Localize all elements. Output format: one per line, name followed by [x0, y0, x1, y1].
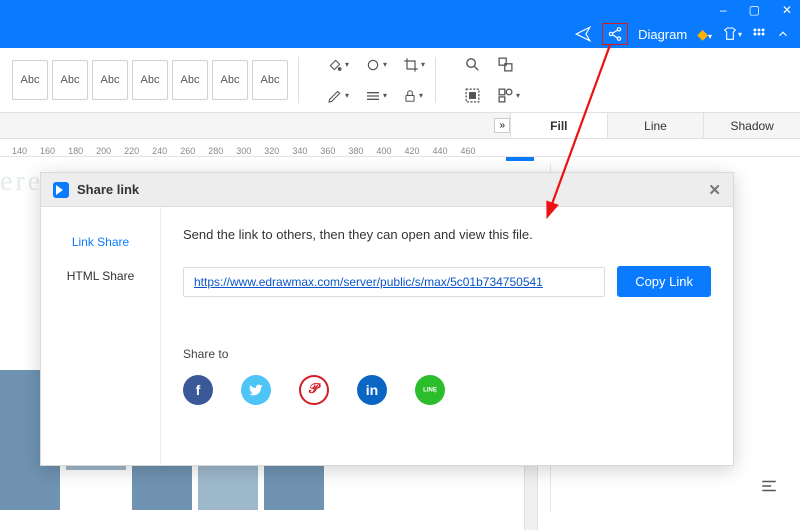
- ruler-tick: 160: [40, 146, 55, 156]
- shape-style-item[interactable]: Abc: [52, 60, 88, 100]
- align-settings-icon[interactable]: [760, 477, 778, 500]
- ruler-tick: 220: [124, 146, 139, 156]
- window-titlebar: – ▢ ✕: [0, 0, 800, 20]
- window-restore-button[interactable]: ▢: [749, 3, 760, 17]
- replace-icon[interactable]: [497, 56, 514, 73]
- shape-style-item[interactable]: Abc: [172, 60, 208, 100]
- shape-style-item[interactable]: Abc: [92, 60, 128, 100]
- toolbar-divider: [435, 57, 436, 103]
- ruler-tick: 460: [461, 146, 476, 156]
- background-text: ere: [0, 166, 43, 198]
- diagram-label[interactable]: Diagram: [638, 27, 687, 42]
- social-share-row: f 𝒫 in LINE: [183, 375, 711, 405]
- components-icon[interactable]: ▾: [497, 87, 520, 104]
- search-icon[interactable]: [464, 56, 481, 73]
- ruler-tick: 400: [376, 146, 391, 156]
- top-menubar: Diagram ◆▾ ▾: [0, 20, 800, 48]
- sidebar-item-html-share[interactable]: HTML Share: [41, 259, 160, 293]
- shape-style-item[interactable]: Abc: [132, 60, 168, 100]
- send-icon[interactable]: [574, 25, 592, 43]
- dialog-sidebar: Link Share HTML Share: [41, 207, 161, 465]
- shape-style-item[interactable]: Abc: [212, 60, 248, 100]
- ruler-tick: 440: [432, 146, 447, 156]
- line-icon[interactable]: LINE: [415, 375, 445, 405]
- sidebar-item-link-share[interactable]: Link Share: [41, 225, 160, 259]
- share-icon[interactable]: [607, 26, 623, 42]
- ruler-tick: 320: [264, 146, 279, 156]
- dialog-close-button[interactable]: ✕: [708, 181, 721, 199]
- tab-shadow[interactable]: Shadow: [703, 113, 800, 138]
- ruler-tick: 360: [320, 146, 335, 156]
- outline-icon[interactable]: ▾: [365, 57, 387, 73]
- shape-style-gallery: Abc Abc Abc Abc Abc Abc Abc: [0, 60, 288, 100]
- select-all-icon[interactable]: [464, 87, 481, 104]
- diamond-icon[interactable]: ◆▾: [697, 26, 712, 43]
- ruler-tick: 140: [12, 146, 27, 156]
- ruler-tick: 240: [152, 146, 167, 156]
- facebook-icon[interactable]: f: [183, 375, 213, 405]
- dialog-header[interactable]: Share link ✕: [41, 173, 733, 207]
- share-to-label: Share to: [183, 347, 711, 361]
- window-minimize-button[interactable]: –: [720, 3, 727, 17]
- properties-tab-row: » Fill Line Shadow: [0, 113, 800, 139]
- ruler-tick: 200: [96, 146, 111, 156]
- shape-style-item[interactable]: Abc: [12, 60, 48, 100]
- lock-icon[interactable]: ▾: [403, 88, 423, 104]
- horizontal-ruler: 140 160 180 200 220 240 260 280 300 320 …: [0, 139, 800, 157]
- panel-expand-button[interactable]: »: [494, 118, 510, 133]
- ruler-tick: 340: [292, 146, 307, 156]
- pen-icon[interactable]: ▾: [327, 88, 349, 104]
- ruler-tick: 180: [68, 146, 83, 156]
- apps-grid-icon[interactable]: [752, 27, 766, 41]
- share-url-input[interactable]: https://www.edrawmax.com/server/public/s…: [183, 267, 605, 297]
- line-style-icon[interactable]: ▾: [365, 88, 387, 104]
- dialog-main: Send the link to others, then they can o…: [161, 207, 733, 465]
- toolbar-divider: [298, 57, 299, 103]
- dialog-message: Send the link to others, then they can o…: [183, 227, 711, 242]
- shape-style-item[interactable]: Abc: [252, 60, 288, 100]
- ruler-tick: 380: [348, 146, 363, 156]
- copy-link-button[interactable]: Copy Link: [617, 266, 711, 297]
- ribbon-toolbar: Abc Abc Abc Abc Abc Abc Abc ▾ ▾ ▾ ▾ ▾ ▾ …: [0, 48, 800, 113]
- tshirt-icon[interactable]: ▾: [722, 26, 742, 42]
- ruler-tick: 260: [180, 146, 195, 156]
- crop-icon[interactable]: ▾: [403, 57, 425, 73]
- tab-line[interactable]: Line: [607, 113, 704, 138]
- tab-fill[interactable]: Fill: [510, 113, 607, 138]
- window-close-button[interactable]: ✕: [782, 3, 792, 17]
- ruler-tick: 300: [236, 146, 251, 156]
- ruler-tick: 420: [404, 146, 419, 156]
- share-button-highlight: [602, 23, 628, 45]
- app-logo-icon: [53, 182, 69, 198]
- ruler-tick: 280: [208, 146, 223, 156]
- chevron-up-icon[interactable]: [776, 27, 790, 41]
- pinterest-icon[interactable]: 𝒫: [299, 375, 329, 405]
- twitter-icon[interactable]: [241, 375, 271, 405]
- svg-text:LINE: LINE: [423, 388, 437, 394]
- share-link-dialog: Share link ✕ Link Share HTML Share Send …: [40, 172, 734, 466]
- linkedin-icon[interactable]: in: [357, 375, 387, 405]
- dialog-title: Share link: [77, 182, 139, 197]
- fill-bucket-icon[interactable]: ▾: [327, 57, 349, 73]
